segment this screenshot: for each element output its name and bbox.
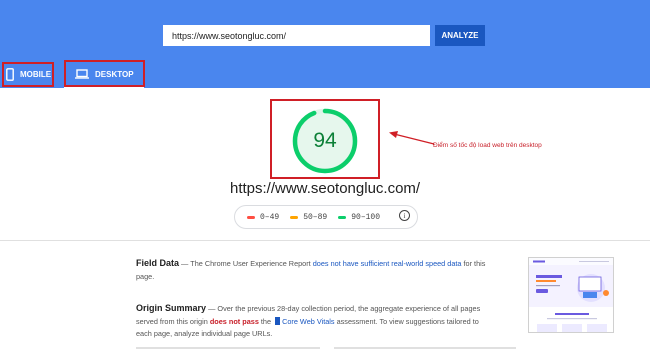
pagespeed-page: ANALYZE MOBILE DESKTOP 94 Điểm số tốc độ (0, 0, 650, 350)
desktop-tab-highlight-box (64, 60, 145, 87)
legend-label: 90–100 (351, 212, 381, 222)
annotation-text: Điểm số tốc độ load web trên desktop (433, 142, 542, 149)
cwv-status: does not pass (209, 316, 259, 326)
performance-score: 94 (313, 129, 337, 152)
page-screenshot-thumbnail (528, 257, 614, 333)
tested-url: https://www.seotongluc.com/ (230, 180, 421, 197)
legend-item-pass: 90–100 (338, 213, 380, 222)
analyze-button[interactable]: ANALYZE (435, 25, 485, 46)
field-data-text: The Chrome User Experience Report (190, 259, 311, 268)
separator: — (181, 259, 189, 268)
pass-circle-icon (338, 215, 347, 219)
origin-summary-section: Origin Summary — Over the previous 28-da… (136, 302, 496, 341)
legend-item-fail: 0–49 (247, 213, 279, 222)
audit-list-divider (334, 347, 516, 349)
average-square-icon (290, 215, 299, 219)
field-data-title: Field Data (136, 258, 180, 268)
score-legend: 0–49 50–89 90–100 (234, 205, 418, 229)
core-web-vitals-link[interactable]: Core Web Vitals (282, 317, 334, 326)
audit-list-divider (136, 347, 320, 349)
origin-summary-text-mid: the (260, 316, 272, 326)
legend-label: 50–89 (303, 212, 328, 222)
origin-summary-title: Origin Summary (136, 303, 207, 313)
legend-label: 0–49 (260, 212, 280, 222)
legend-item-average: 50–89 (290, 213, 327, 222)
info-icon[interactable]: i (399, 210, 410, 221)
field-data-link[interactable]: does not have sufficient real-world spee… (313, 259, 462, 268)
bookmark-icon (275, 316, 281, 325)
field-data-section: Field Data — The Chrome User Experience … (136, 257, 496, 283)
fail-triangle-icon (247, 215, 255, 219)
annotation-arrow (389, 131, 435, 145)
separator: — (208, 304, 216, 313)
mobile-tab-highlight-box (2, 62, 54, 87)
url-input[interactable] (163, 25, 430, 46)
score-gauge: 94 (292, 108, 358, 174)
section-divider (0, 240, 650, 241)
